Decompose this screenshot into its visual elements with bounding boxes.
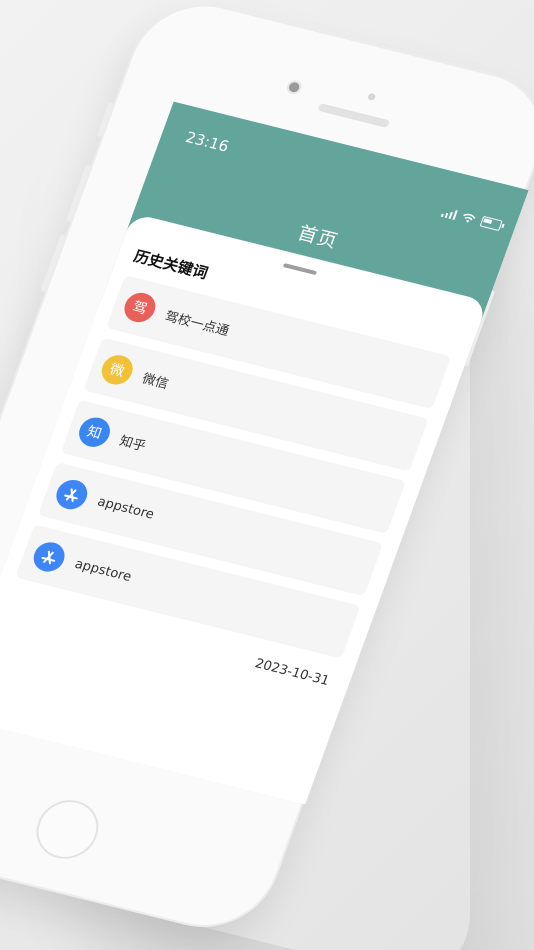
item-label: appstore <box>95 494 157 523</box>
sheet-drag-handle[interactable] <box>282 263 318 276</box>
home-button[interactable] <box>27 793 107 866</box>
item-label: 微信 <box>140 371 171 392</box>
silent-switch <box>96 101 114 138</box>
app-icon: 驾 <box>120 289 160 326</box>
signal-icon <box>440 207 458 220</box>
app-icon: 知 <box>74 414 115 451</box>
app-icon: 微 <box>97 352 137 388</box>
status-icons <box>440 206 503 232</box>
front-camera <box>287 81 301 94</box>
item-label: 知乎 <box>117 433 148 455</box>
app-store-glyph <box>64 488 78 502</box>
volume-down-button <box>40 234 66 293</box>
app-store-icon <box>52 476 92 513</box>
battery-icon <box>479 215 503 232</box>
item-label: appstore <box>72 556 134 585</box>
app-store-icon <box>29 539 69 575</box>
wifi-icon <box>463 213 476 223</box>
app-store-glyph <box>41 550 56 565</box>
item-label: 驾校一点通 <box>162 308 232 339</box>
volume-up-button <box>65 164 92 223</box>
section-title: 历史关键词 <box>131 247 211 283</box>
history-list: 驾 驾校一点通 微 微信 知 知乎 appstore appstore <box>12 274 452 668</box>
status-time: 23:16 <box>183 128 232 156</box>
proximity-sensor <box>367 92 377 101</box>
earpiece-speaker <box>317 103 391 129</box>
